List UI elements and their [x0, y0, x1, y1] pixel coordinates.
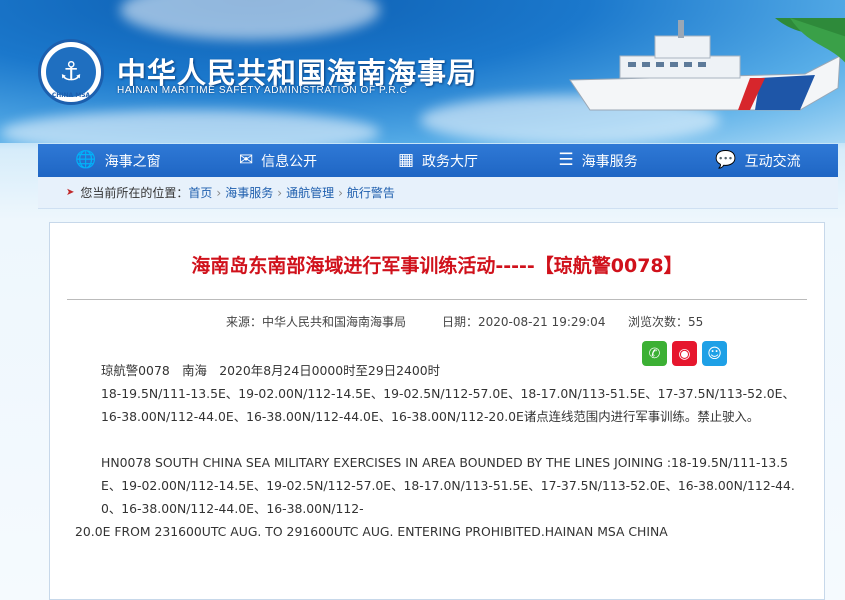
- breadcrumb-warnings[interactable]: 航行警告: [347, 184, 395, 201]
- divider: [67, 299, 807, 300]
- nav-item-info[interactable]: ✉ 信息公开: [198, 144, 358, 177]
- article-date: 日期：2020-08-21 19:29:04: [442, 315, 606, 329]
- header-banner: ⚓ CHINA MSA 中华人民共和国海南海事局 HAINAN MARITIME…: [0, 0, 845, 143]
- nav-item-interact[interactable]: 💬 互动交流: [678, 144, 838, 177]
- logo-ring-text: CHINA MSA: [51, 92, 91, 99]
- nav-label: 政务大厅: [422, 153, 479, 170]
- nav-item-hall[interactable]: ▦ 政务大厅: [358, 144, 518, 177]
- breadcrumb-home[interactable]: 首页: [188, 184, 212, 201]
- article-paragraph: 18-19.5N/111-13.5E、19-02.00N/112-14.5E、1…: [101, 386, 795, 424]
- article-paragraph: HN0078 SOUTH CHINA SEA MILITARY EXERCISE…: [101, 455, 795, 516]
- breadcrumb-navigation[interactable]: 通航管理: [286, 184, 334, 201]
- article-title: 海南岛东南部海域进行军事训练活动-----【琼航警0078】: [191, 255, 683, 277]
- msa-logo[interactable]: ⚓ CHINA MSA: [38, 39, 104, 105]
- breadcrumb-separator: ›: [277, 185, 283, 200]
- ship-illustration: [569, 18, 845, 111]
- article-paragraph: 20.0E FROM 231600UTC AUG. TO 291600UTC A…: [75, 524, 668, 539]
- breadcrumb-separator: ›: [338, 185, 343, 200]
- breadcrumb: ➤ 您当前所在的位置： 首页 › 海事服务 › 通航管理 › 航行警告: [38, 177, 838, 209]
- nav-label: 互动交流: [744, 153, 801, 170]
- nav-label: 信息公开: [261, 153, 318, 170]
- nav-item-service[interactable]: ☰ 海事服务: [518, 144, 678, 177]
- anchor-icon: ⚓: [46, 47, 96, 97]
- nav-label: 海事服务: [581, 153, 638, 170]
- list-icon: ☰: [558, 150, 574, 170]
- breadcrumb-separator: ›: [216, 185, 222, 200]
- paragraph-spacer: [75, 428, 795, 451]
- chat-icon: 💬: [715, 150, 737, 170]
- article-source: 来源：中华人民共和国海南海事局: [226, 315, 407, 329]
- article-paragraph: 琼航警0078 南海 2020年8月24日0000时至29日2400时: [101, 363, 441, 378]
- nav-label: 海事之窗: [104, 153, 161, 170]
- nav-item-window[interactable]: 🌐 海事之窗: [38, 144, 198, 177]
- mail-icon: ✉: [238, 150, 254, 170]
- breadcrumb-marker-icon: ➤: [66, 187, 75, 198]
- site-subtitle: HAINAN MARITIME SAFETY ADMINISTRATION OF…: [117, 85, 408, 96]
- grid-icon: ▦: [397, 150, 415, 170]
- breadcrumb-service[interactable]: 海事服务: [225, 184, 273, 201]
- article-card: 海南岛东南部海域进行军事训练活动-----【琼航警0078】 来源：中华人民共和…: [49, 222, 825, 600]
- article-body: 琼航警0078 南海 2020年8月24日0000时至29日2400时 18-1…: [75, 359, 795, 543]
- breadcrumb-prefix: 您当前所在的位置：: [80, 186, 189, 200]
- globe-icon: 🌐: [75, 150, 97, 170]
- main-nav: 🌐 海事之窗 ✉ 信息公开 ▦ 政务大厅 ☰ 海事服务 💬 互动交流: [38, 144, 838, 177]
- article-views: 浏览次数：55: [628, 315, 704, 329]
